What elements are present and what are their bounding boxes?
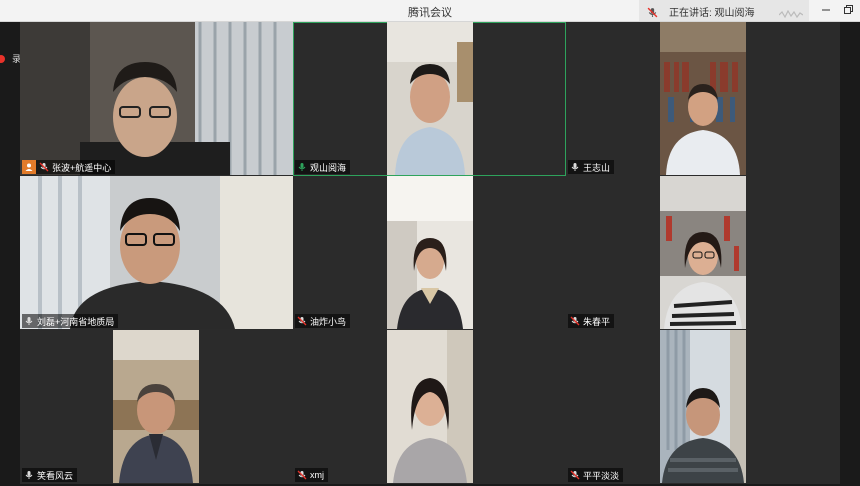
participant-video [387, 22, 473, 175]
restore-button[interactable] [840, 3, 856, 17]
participant-label: 朱春平 [568, 314, 615, 328]
mic-icon [24, 470, 34, 480]
video-tile[interactable]: 平平淡淡 [566, 330, 840, 484]
participant-name: xmj [310, 470, 324, 480]
participant-video [387, 176, 473, 329]
host-icon [22, 160, 36, 174]
participant-video [660, 330, 746, 483]
participant-label: 观山阅海 [295, 160, 351, 174]
video-tile[interactable]: 刘磊+河南省地质局 [20, 176, 293, 330]
participant-video [387, 330, 473, 483]
mic-icon [24, 316, 34, 326]
participant-label: 平平淡淡 [568, 468, 624, 482]
audio-wave-icon [778, 6, 804, 19]
video-tile[interactable]: 朱春平 [566, 176, 840, 330]
participant-name: 平平淡淡 [583, 470, 620, 481]
mic-muted-icon [570, 316, 580, 326]
participant-label: 油炸小鸟 [295, 314, 351, 328]
participant-label: 王志山 [568, 160, 615, 174]
participant-name: 观山阅海 [310, 162, 347, 173]
speaking-indicator: 正在讲话: 观山阅海 [639, 0, 809, 21]
participant-name: 张波+航遥中心 [52, 162, 112, 173]
video-tile[interactable]: 王志山 [566, 22, 840, 176]
participant-name: 王志山 [583, 162, 611, 173]
participant-name: 朱春平 [583, 316, 611, 327]
record-dot-icon [0, 55, 5, 63]
mic-muted-icon [647, 5, 658, 18]
mic-speaking-icon [297, 162, 307, 172]
participant-label: xmj [295, 468, 328, 482]
participant-label: 刘磊+河南省地质局 [22, 314, 119, 328]
participant-name: 油炸小鸟 [310, 316, 347, 327]
mic-muted-icon [570, 470, 580, 480]
participant-video [20, 22, 293, 175]
participant-label: 张波+航遥中心 [22, 160, 116, 174]
mic-muted-icon [297, 316, 307, 326]
video-tile[interactable]: 张波+航遥中心 [20, 22, 293, 176]
minimize-button[interactable] [818, 3, 834, 17]
speaking-text: 正在讲话: 观山阅海 [669, 8, 755, 19]
video-tile[interactable]: 笑看风云 [20, 330, 293, 484]
video-tile[interactable]: xmj [293, 330, 566, 484]
mic-muted-icon [39, 162, 49, 172]
mic-icon [570, 162, 580, 172]
video-tile[interactable]: 油炸小鸟 [293, 176, 566, 330]
participant-label: 笑看风云 [22, 468, 78, 482]
video-tile-active-speaker[interactable]: 观山阅海 [293, 22, 566, 176]
participant-video [660, 176, 746, 329]
participant-name: 笑看风云 [37, 470, 74, 481]
title-bar: 腾讯会议 正在讲话: 观山阅海 [0, 0, 860, 22]
participant-video [20, 176, 293, 329]
participant-name: 刘磊+河南省地质局 [37, 316, 115, 327]
mic-muted-icon [297, 470, 307, 480]
participant-video [113, 330, 199, 483]
participant-video [660, 22, 746, 175]
